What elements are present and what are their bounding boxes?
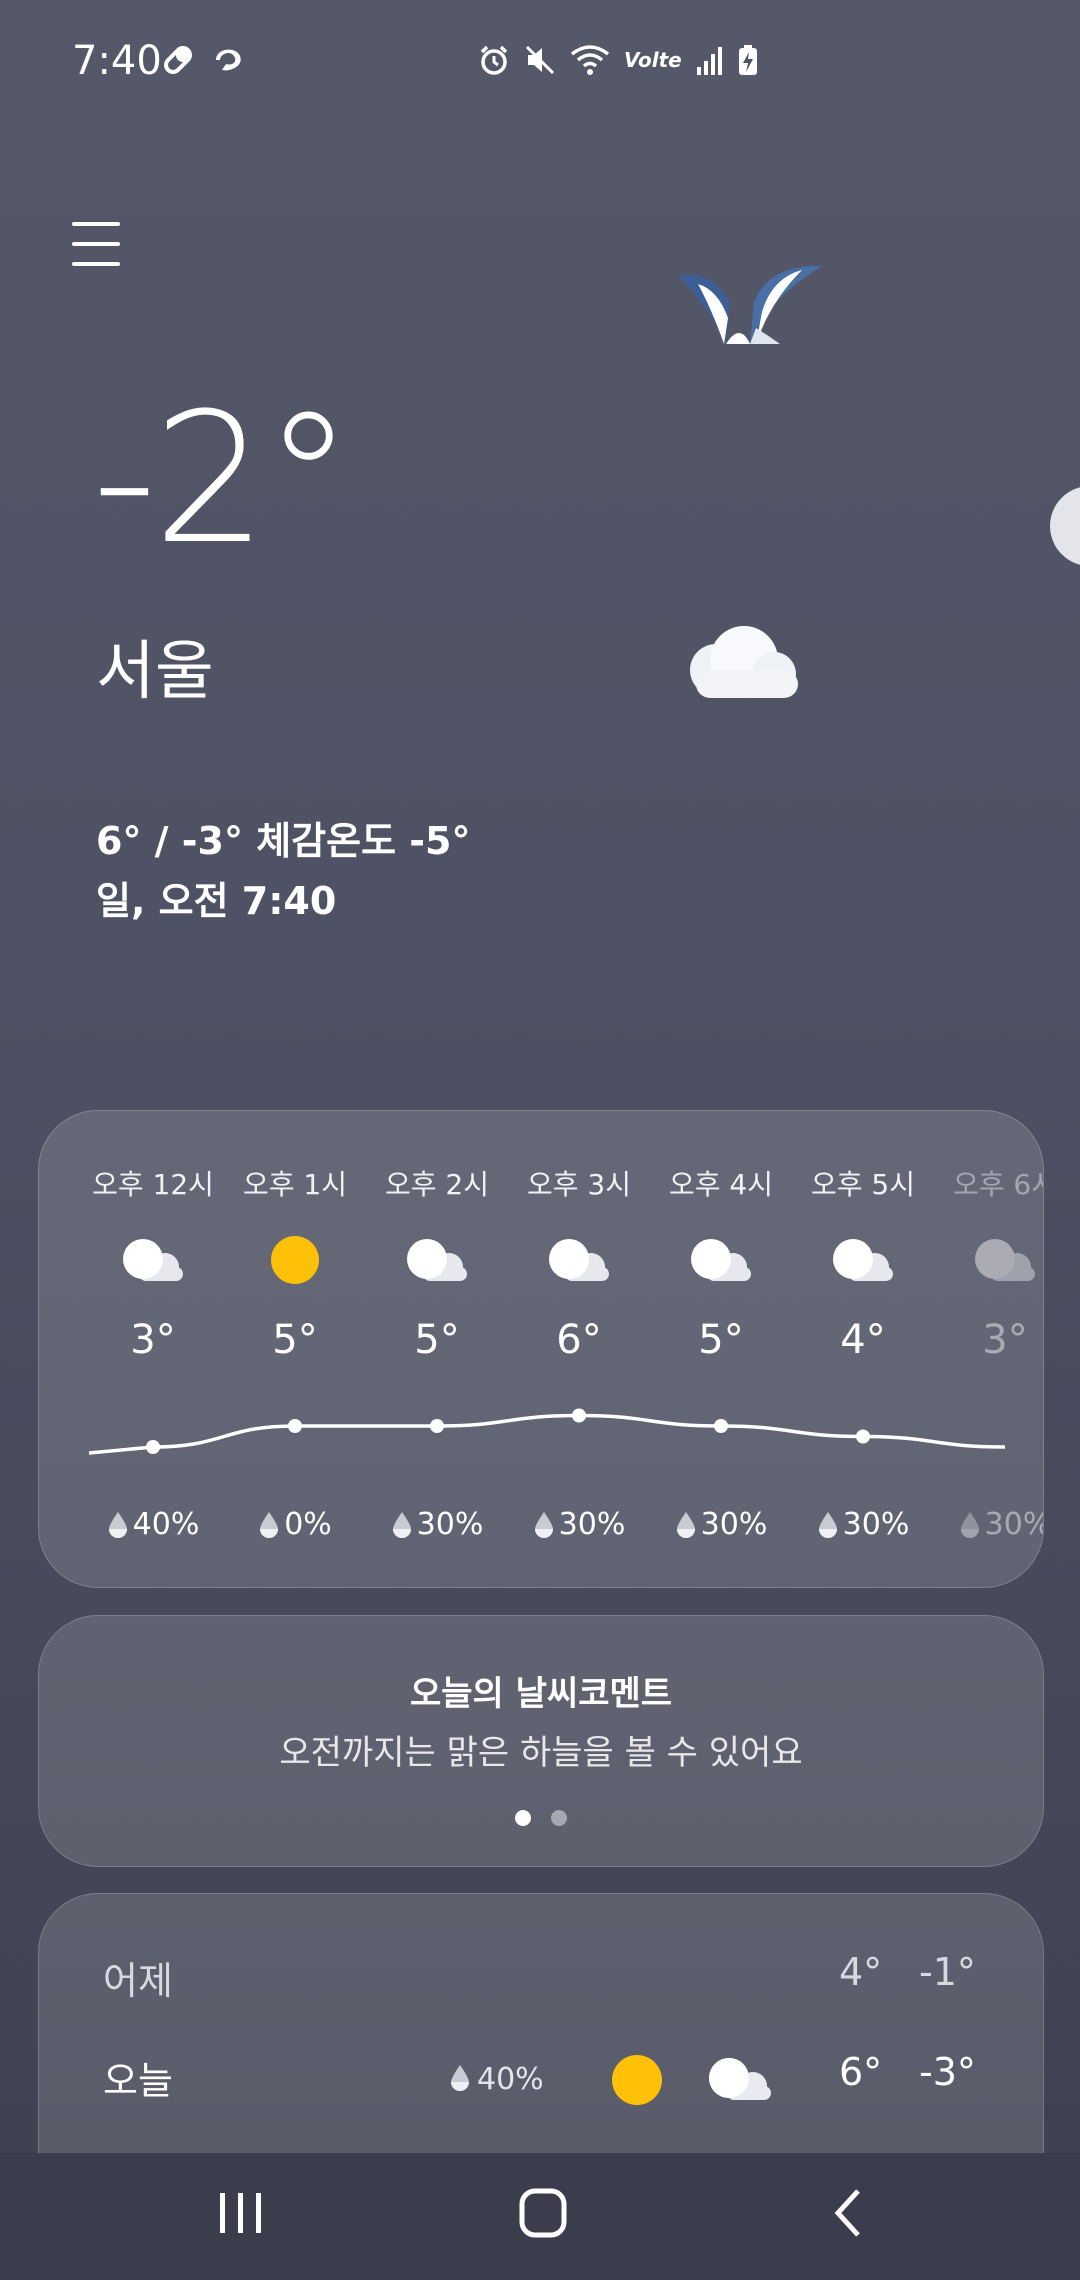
hourly-item: 오후 3시 6° 30% (509, 1111, 649, 1587)
rain-percent: 30% (842, 1507, 910, 1542)
cloud-icon (367, 1233, 507, 1289)
cloud-icon (509, 1233, 649, 1289)
signal-icon (696, 47, 722, 75)
rain-chance: 40% (477, 2062, 544, 2097)
hour-temperature: 5° (414, 1317, 460, 1363)
hour-label: 오후 1시 (243, 1168, 347, 1201)
day-high: 6° (839, 2050, 883, 2094)
hourly-item: 오후 5시 4° 30% (793, 1111, 933, 1587)
current-temperature: -2° (92, 375, 353, 584)
menu-line (72, 242, 120, 246)
wifi-icon (570, 45, 610, 75)
page-dot (551, 1810, 567, 1826)
page-indicator (39, 1810, 1043, 1826)
cloud-icon (651, 1233, 791, 1289)
hour-label: 오후 2시 (385, 1168, 489, 1201)
day-name: 어제 (103, 1959, 173, 2003)
rain-percent: 30% (416, 1507, 484, 1542)
menu-line (72, 262, 120, 266)
daily-row-today[interactable]: 오늘 40% 6° -3° (103, 2050, 979, 2110)
moon-illustration (1050, 486, 1080, 566)
hour-label: 오후 4시 (669, 1168, 773, 1201)
app-notification-icon (216, 49, 241, 71)
day-name: 오늘 (103, 2059, 173, 2103)
status-system-icons: Volte (478, 44, 758, 76)
cloud-icon (709, 2058, 771, 2100)
back-icon[interactable] (828, 2183, 868, 2243)
hour-rain-chance: 30% (793, 1507, 933, 1542)
home-icon[interactable] (518, 2183, 568, 2243)
sun-icon (225, 1233, 365, 1289)
hour-rain-chance: 0% (225, 1507, 365, 1542)
hour-rain-chance: 30% (509, 1507, 649, 1542)
raindrop-icon (392, 1511, 411, 1538)
hourly-forecast-card[interactable]: 오후 12시 3° 40% 오후 1시 5° 0% 오후 2시 5° 30% 오후 3시 6° 30%… (38, 1110, 1044, 1588)
daily-forecast-card[interactable]: 어제 4° -1° 오늘 40% 6° -3° (38, 1893, 1044, 2155)
hourly-item: 오후 1시 5° 0% (225, 1111, 365, 1587)
hour-temperature: 5° (272, 1317, 318, 1363)
raindrop-icon (676, 1511, 695, 1538)
page-dot-active (515, 1810, 531, 1826)
weather-comment-card[interactable]: 오늘의 날씨코멘트 오전까지는 맑은 하늘을 볼 수 있어요 (38, 1615, 1044, 1867)
rain-percent: 30% (984, 1507, 1043, 1542)
rain-percent: 0% (284, 1507, 332, 1542)
raindrop-icon (960, 1511, 979, 1538)
hour-label: 오후 3시 (527, 1168, 631, 1201)
hour-temperature: 3° (130, 1317, 176, 1363)
hour-rain-chance: 30% (651, 1507, 791, 1542)
hour-temperature: 5° (698, 1317, 744, 1363)
hour-temperature: 4° (840, 1317, 886, 1363)
bird-illustration (678, 265, 822, 344)
rain-percent: 30% (700, 1507, 768, 1542)
hour-label: 오후 12시 (92, 1168, 214, 1201)
hour-temperature: 6° (556, 1317, 602, 1363)
battery-charging-icon (738, 45, 757, 75)
cloud-icon (793, 1233, 933, 1289)
hour-rain-chance: 30% (935, 1507, 1043, 1542)
city-name[interactable]: 서울 (96, 620, 214, 712)
sun-icon (612, 2055, 662, 2105)
rain-percent: 40% (132, 1507, 200, 1542)
hourly-item: 오후 6시 3° 30% (935, 1111, 1043, 1587)
raindrop-icon (108, 1511, 127, 1538)
day-high: 4° (839, 1950, 883, 1994)
current-datetime: 일, 오전 7:40 (96, 879, 337, 923)
rain-percent: 30% (558, 1507, 626, 1542)
menu-line (72, 222, 120, 226)
volte-indicator: Volte (624, 48, 682, 72)
hourly-item: 오후 2시 5° 30% (367, 1111, 507, 1587)
menu-button[interactable] (72, 222, 120, 268)
raindrop-icon (260, 1511, 279, 1538)
comment-text: 오전까지는 맑은 하늘을 볼 수 있어요 (279, 1733, 803, 1773)
cloud-icon (83, 1233, 223, 1289)
daily-row-yesterday[interactable]: 어제 4° -1° (103, 1950, 979, 2010)
mute-icon (525, 45, 555, 75)
hourly-item: 오후 4시 5° 30% (651, 1111, 791, 1587)
cloud-icon (935, 1233, 1043, 1289)
status-notifications (160, 42, 250, 78)
cloud-icon (690, 626, 798, 698)
navigation-bar (0, 2153, 1080, 2280)
hour-rain-chance: 40% (83, 1507, 223, 1542)
status-time: 7:40 (72, 38, 162, 84)
hour-label: 오후 6시 (953, 1168, 1043, 1201)
hourly-item: 오후 12시 3° 40% (83, 1111, 223, 1587)
hour-temperature: 3° (982, 1317, 1028, 1363)
hour-label: 오후 5시 (811, 1168, 915, 1201)
day-low: -1° (919, 1950, 976, 1994)
comment-title: 오늘의 날씨코멘트 (409, 1674, 673, 1714)
alarm-icon (480, 45, 508, 75)
day-low: -3° (919, 2050, 976, 2094)
pill-icon (164, 46, 192, 74)
raindrop-icon (534, 1511, 553, 1538)
recent-apps-icon[interactable] (218, 2183, 264, 2243)
raindrop-icon (451, 2065, 469, 2091)
raindrop-icon (818, 1511, 837, 1538)
high-low-feels-like: 6° / -3° 체감온도 -5° (96, 819, 471, 863)
hour-rain-chance: 30% (367, 1507, 507, 1542)
